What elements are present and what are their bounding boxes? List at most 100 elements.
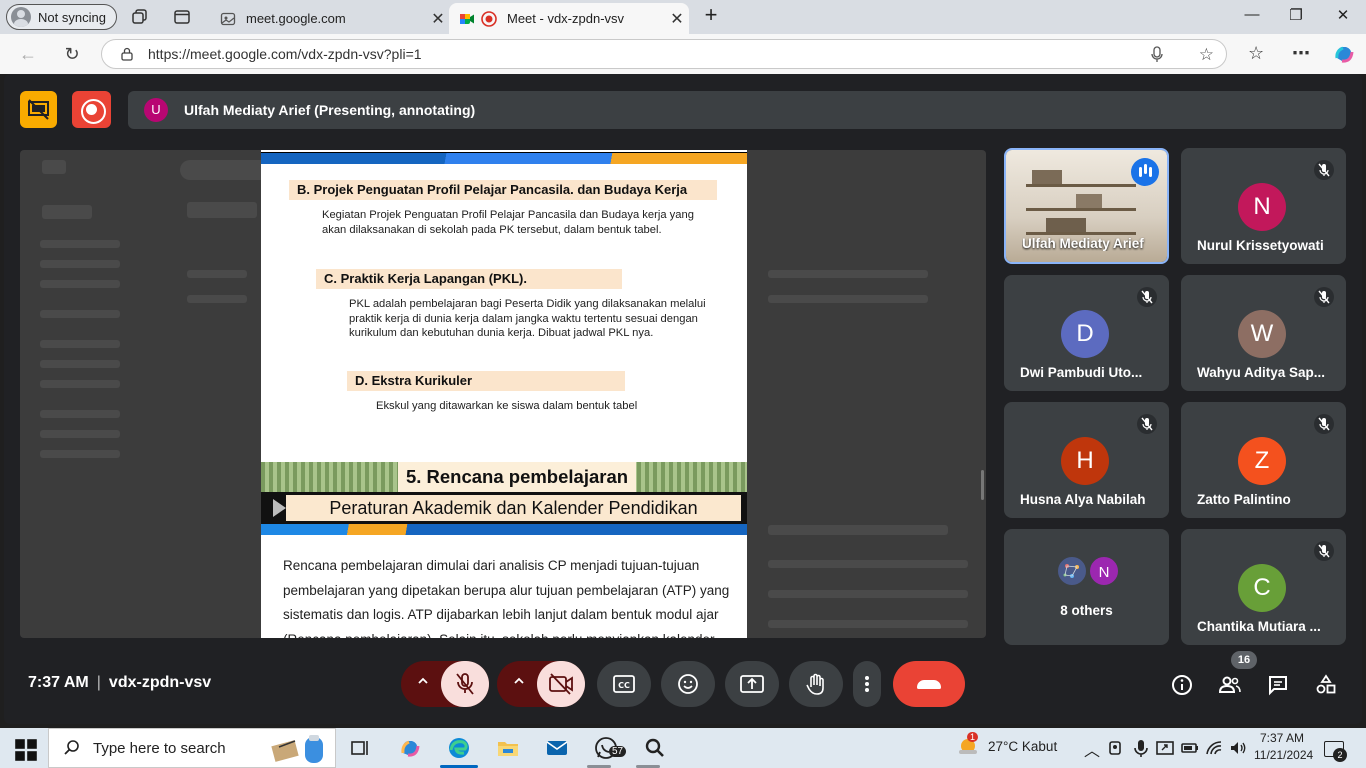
- notification-count: 2: [1333, 748, 1347, 762]
- presenter-banner: U Ulfah Mediaty Arief (Presenting, annot…: [128, 91, 1346, 129]
- participant-tile[interactable]: H Husna Alya Nabilah: [1004, 402, 1169, 518]
- back-icon[interactable]: ←: [17, 43, 39, 65]
- favorites-icon[interactable]: ☆: [1248, 43, 1264, 64]
- drive-nav-ghost: [40, 450, 120, 458]
- task-view-icon[interactable]: [348, 736, 372, 760]
- drive-logo-ghost: [42, 160, 66, 174]
- edge-browser-icon[interactable]: [447, 736, 471, 760]
- wifi-icon[interactable]: [1204, 738, 1224, 758]
- screen-share-tray-icon[interactable]: [1155, 738, 1175, 758]
- drive-file-ghost: [768, 295, 928, 303]
- reactions-button[interactable]: [661, 661, 715, 707]
- close-window-icon[interactable]: ✕: [1328, 6, 1358, 24]
- clock-time: 7:37 AM: [1259, 731, 1305, 745]
- workspaces-icon[interactable]: [131, 8, 149, 26]
- drive-nav-ghost: [40, 360, 120, 368]
- address-bar[interactable]: https://meet.google.com/vdx-zpdn-vsv?pli…: [101, 39, 1227, 69]
- drive-nav-ghost: [40, 280, 120, 288]
- stop-presentation-view-button[interactable]: [20, 91, 57, 128]
- participant-tile[interactable]: W Wahyu Aditya Sap...: [1181, 275, 1346, 391]
- drive-column-ghost: [187, 270, 247, 278]
- participant-tile[interactable]: C Chantika Mutiara ...: [1181, 529, 1346, 645]
- chevron-up-icon[interactable]: [513, 675, 525, 687]
- reload-icon[interactable]: ↻: [61, 43, 83, 65]
- windows-taskbar: Type here to search 57 1 27°C Kabut ︿: [0, 728, 1366, 768]
- present-button[interactable]: [725, 661, 779, 707]
- copilot-icon[interactable]: [1333, 43, 1355, 65]
- speaking-indicator-icon: [1131, 158, 1159, 186]
- drive-new-ghost: [42, 205, 92, 219]
- mic-toggle-button[interactable]: [441, 661, 489, 707]
- browser-toolbar: ← ↻ https://meet.google.com/vdx-zpdn-vsv…: [0, 34, 1366, 74]
- recording-indicator-button[interactable]: [72, 91, 111, 128]
- whatsapp-badge: 57: [609, 746, 627, 757]
- restore-icon[interactable]: ❐: [1281, 6, 1311, 24]
- windows-start-icon[interactable]: [14, 738, 38, 762]
- profile-button[interactable]: Not syncing: [6, 4, 117, 30]
- mail-icon[interactable]: [545, 736, 569, 760]
- drive-nav-ghost: [40, 410, 120, 418]
- favorite-star-icon[interactable]: ☆: [1199, 45, 1214, 65]
- weather-alert-badge: 1: [967, 732, 979, 742]
- mic-off-icon: [1137, 287, 1157, 307]
- recording-icon: [481, 10, 497, 27]
- chat-icon[interactable]: [1266, 673, 1290, 697]
- weather-text[interactable]: 27°C Kabut: [988, 739, 1057, 754]
- participant-tile[interactable]: Z Zatto Palintino: [1181, 402, 1346, 518]
- participant-name: Ulfah Mediaty Arief: [1022, 236, 1144, 251]
- participant-name: Wahyu Aditya Sap...: [1197, 365, 1326, 380]
- voice-search-icon[interactable]: [1150, 46, 1164, 64]
- more-menu-icon[interactable]: ⋯: [1292, 43, 1310, 64]
- participant-avatar: N: [1238, 183, 1286, 231]
- activities-icon[interactable]: [1314, 673, 1338, 697]
- drive-column-ghost: [768, 270, 928, 278]
- leave-call-button[interactable]: [893, 661, 965, 707]
- new-tab-icon[interactable]: +: [696, 2, 726, 28]
- presenter-title: Ulfah Mediaty Arief (Presenting, annotat…: [184, 102, 476, 118]
- volume-icon[interactable]: [1228, 738, 1248, 758]
- profile-label: Not syncing: [38, 9, 106, 25]
- battery-icon[interactable]: [1180, 738, 1200, 758]
- meeting-details-icon[interactable]: [1170, 673, 1194, 697]
- tab-actions-icon[interactable]: [173, 8, 191, 26]
- microphone-in-use-icon[interactable]: [1131, 738, 1151, 758]
- tab-meet-landing[interactable]: meet.google.com ✕: [210, 3, 450, 34]
- copilot-taskbar-icon[interactable]: [398, 736, 422, 760]
- system-clock[interactable]: 7:37 AM 11/21/2024: [1254, 730, 1314, 764]
- slide-header-title: 5. Rencana pembelajaran: [398, 462, 636, 492]
- section-c-body: PKL adalah pembelajaran bagi Peserta Did…: [349, 298, 706, 339]
- raise-hand-button[interactable]: [789, 661, 843, 707]
- clock-date: 11/21/2024: [1254, 748, 1314, 762]
- participant-tile[interactable]: N Nurul Krissetyowati: [1181, 148, 1346, 264]
- meet-logo-icon: [460, 13, 474, 24]
- close-tab-icon[interactable]: ✕: [426, 9, 450, 29]
- file-explorer-icon[interactable]: [496, 736, 520, 760]
- participant-avatar: H: [1061, 437, 1109, 485]
- mic-off-icon: [1314, 414, 1334, 434]
- more-options-button[interactable]: [853, 661, 881, 707]
- search-app-icon[interactable]: [643, 736, 667, 760]
- people-icon[interactable]: [1218, 673, 1242, 697]
- captions-button[interactable]: CC: [597, 661, 651, 707]
- camera-toggle-button[interactable]: [537, 661, 585, 707]
- upload-item-ghost: [768, 560, 968, 568]
- participant-tile[interactable]: D Dwi Pambudi Uto...: [1004, 275, 1169, 391]
- chevron-up-icon[interactable]: [417, 675, 429, 687]
- tab-meet-call[interactable]: Meet - vdx-zpdn-vsv ✕: [449, 3, 689, 34]
- meeting-info: 7:37 AM | vdx-zpdn-vsv: [28, 674, 211, 692]
- books: [1046, 218, 1086, 232]
- books: [1076, 194, 1102, 208]
- meeting-code: vdx-zpdn-vsv: [108, 674, 212, 691]
- site-info-icon[interactable]: [120, 47, 134, 61]
- participant-tile-self[interactable]: Ulfah Mediaty Arief: [1004, 148, 1169, 264]
- participant-name: Dwi Pambudi Uto...: [1020, 365, 1143, 380]
- upload-item-ghost: [768, 620, 968, 628]
- others-tile[interactable]: N 8 others: [1004, 529, 1169, 645]
- taskbar-search[interactable]: Type here to search: [48, 728, 336, 768]
- presenter-avatar: U: [144, 98, 168, 122]
- show-hidden-icons-icon[interactable]: ︿: [1084, 737, 1100, 761]
- minimize-icon[interactable]: —: [1237, 6, 1267, 23]
- close-tab-icon[interactable]: ✕: [665, 9, 689, 29]
- camera-in-use-icon[interactable]: [1106, 738, 1126, 758]
- drive-nav-ghost: [40, 240, 120, 248]
